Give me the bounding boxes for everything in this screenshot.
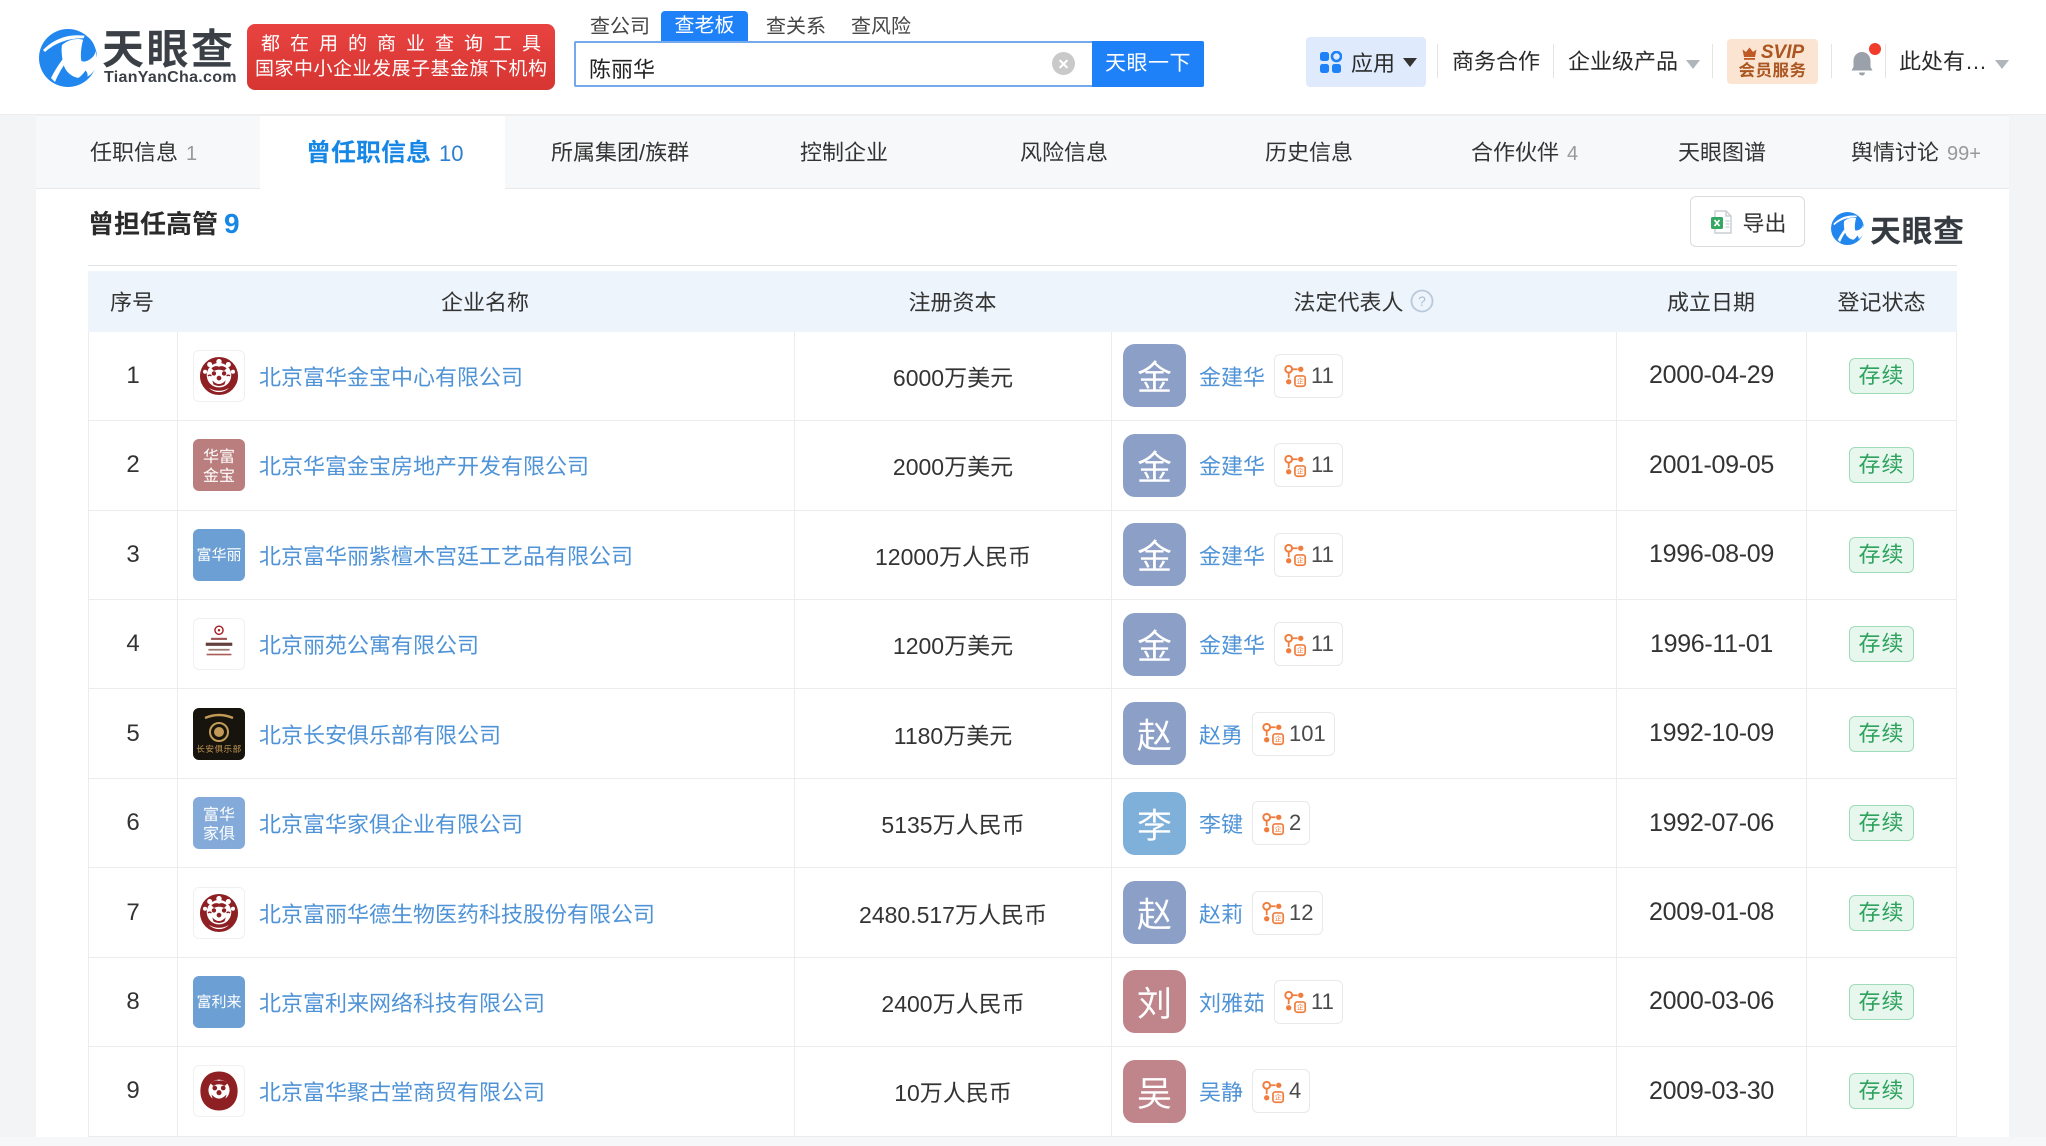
svg-text:企: 企 xyxy=(1297,1003,1304,1013)
svg-text:企: 企 xyxy=(1297,377,1304,387)
svg-text:长安俱乐部: 长安俱乐部 xyxy=(196,743,241,755)
svg-text:企: 企 xyxy=(1297,645,1304,655)
svg-text:企: 企 xyxy=(1297,467,1304,477)
svg-text:企: 企 xyxy=(1275,735,1282,745)
svg-text:企: 企 xyxy=(1297,556,1304,566)
svg-text:企: 企 xyxy=(1275,824,1282,834)
svg-text:企: 企 xyxy=(1275,1093,1282,1103)
svg-text:?: ? xyxy=(1418,293,1426,309)
svg-text:企: 企 xyxy=(1275,914,1282,924)
